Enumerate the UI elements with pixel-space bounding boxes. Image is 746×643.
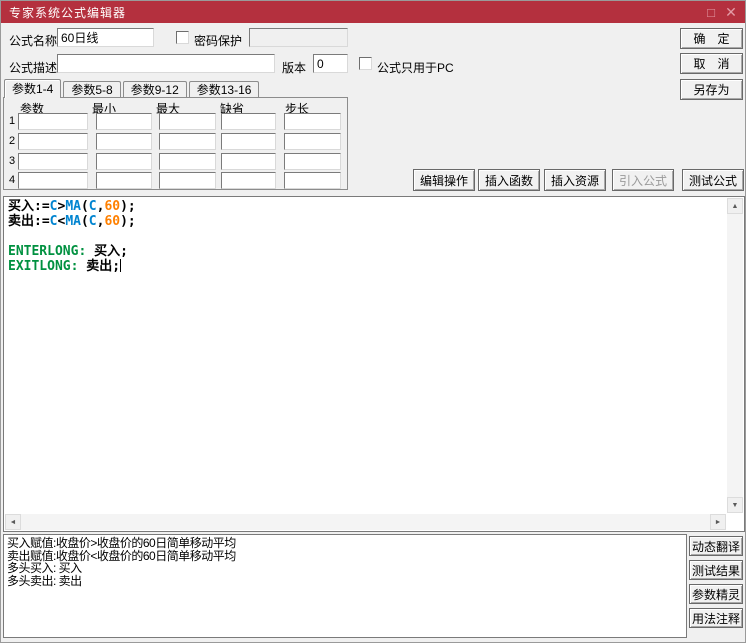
code-segment: C (89, 199, 97, 214)
param-cell-r1c2[interactable] (96, 113, 152, 130)
param-row-number: 1 (9, 115, 15, 127)
param-cell-r2c5[interactable] (284, 133, 341, 150)
version-label: 版本 (282, 59, 306, 76)
code-segment: 买入; (86, 244, 128, 259)
tab-param-3[interactable]: 参数9-12 (123, 81, 187, 98)
param-cell-r1c1[interactable] (18, 113, 88, 130)
code-segment: ( (81, 199, 89, 214)
formula-name-label: 公式名称 (9, 32, 57, 49)
version-input[interactable] (313, 54, 348, 73)
password-input (249, 28, 348, 47)
code-segment: C (89, 214, 97, 229)
ok-button[interactable]: 确 定 (680, 28, 743, 49)
usage-notes-button[interactable]: 用法注释 (689, 608, 743, 628)
param-cell-r1c5[interactable] (284, 113, 341, 130)
password-protect-checkbox[interactable] (176, 31, 189, 44)
code-segment: 卖出:= (8, 214, 50, 229)
code-text[interactable]: 买入:=C>MA(C,60);卖出:=C<MA(C,60);ENTERLONG:… (8, 199, 724, 274)
scroll-right-icon[interactable]: ► (710, 514, 726, 530)
action-button-4: 引入公式 (612, 169, 674, 191)
title-bar: 专家系统公式编辑器 □ ✕ (1, 1, 745, 23)
code-segment: 卖出; (78, 259, 120, 274)
formula-editor-window: 专家系统公式编辑器 □ ✕ 公式名称 密码保护 公式描述 版本 公式只用于PC … (0, 0, 746, 643)
code-segment: MA (65, 199, 81, 214)
param-cell-r2c1[interactable] (18, 133, 88, 150)
param-row-number: 4 (9, 174, 15, 186)
code-segment: ENTERLONG: (8, 244, 86, 259)
translation-line-3: 多头买入: 买入 (7, 562, 683, 575)
param-cell-r3c4[interactable] (221, 153, 276, 170)
param-row-number: 2 (9, 135, 15, 147)
code-segment: 买入:= (8, 199, 50, 214)
action-button-5[interactable]: 测试公式 (682, 169, 744, 191)
pc-only-label: 公式只用于PC (377, 59, 454, 76)
code-segment: ( (81, 214, 89, 229)
window-title: 专家系统公式编辑器 (1, 4, 701, 21)
scroll-up-icon[interactable]: ▲ (727, 198, 743, 214)
code-segment: EXITLONG: (8, 259, 78, 274)
param-tabs: 参数1-4参数5-8参数9-12参数13-16 (4, 79, 261, 98)
code-line-3[interactable] (8, 229, 724, 244)
save-as-button[interactable]: 另存为 (680, 79, 743, 100)
formula-name-input[interactable] (57, 28, 154, 47)
close-icon[interactable]: ✕ (721, 1, 741, 23)
horizontal-scrollbar[interactable]: ◄ ► (5, 514, 726, 530)
test-result-button[interactable]: 测试结果 (689, 560, 743, 580)
code-line-5[interactable]: EXITLONG: 卖出; (8, 259, 724, 274)
translation-panel: 买入赋值:收盘价>收盘价的60日简单移动平均卖出赋值:收盘价<收盘价的60日简单… (3, 534, 687, 638)
action-button-3[interactable]: 插入资源 (544, 169, 606, 191)
param-cell-r1c4[interactable] (221, 113, 276, 130)
param-cell-r3c3[interactable] (159, 153, 216, 170)
param-cell-r2c2[interactable] (96, 133, 152, 150)
dynamic-translate-button[interactable]: 动态翻译 (689, 536, 743, 556)
maximize-icon[interactable]: □ (701, 1, 721, 23)
translation-line-2: 卖出赋值:收盘价<收盘价的60日简单移动平均 (7, 550, 683, 563)
code-line-2[interactable]: 卖出:=C<MA(C,60); (8, 214, 724, 229)
param-cell-r4c4[interactable] (221, 172, 276, 189)
param-row-number: 3 (9, 155, 15, 167)
scroll-down-icon[interactable]: ▼ (727, 497, 743, 513)
param-cell-r4c1[interactable] (18, 172, 88, 189)
code-line-1[interactable]: 买入:=C>MA(C,60); (8, 199, 724, 214)
code-segment: MA (65, 214, 81, 229)
translation-line-1: 买入赋值:收盘价>收盘价的60日简单移动平均 (7, 537, 683, 550)
param-table: 参数最小最大缺省步长1234 (3, 97, 348, 190)
code-line-4[interactable]: ENTERLONG: 买入; (8, 244, 724, 259)
formula-desc-label: 公式描述 (9, 59, 57, 76)
translation-line-4: 多头卖出: 卖出 (7, 575, 683, 588)
action-button-2[interactable]: 插入函数 (478, 169, 540, 191)
code-editor[interactable]: 买入:=C>MA(C,60);卖出:=C<MA(C,60);ENTERLONG:… (3, 196, 745, 532)
param-cell-r2c3[interactable] (159, 133, 216, 150)
code-segment: ); (120, 199, 136, 214)
code-segment: 60 (104, 199, 120, 214)
param-cell-r4c3[interactable] (159, 172, 216, 189)
param-cell-r3c5[interactable] (284, 153, 341, 170)
cancel-button[interactable]: 取 消 (680, 53, 743, 74)
action-button-1[interactable]: 编辑操作 (413, 169, 475, 191)
param-cell-r4c2[interactable] (96, 172, 152, 189)
param-cell-r1c3[interactable] (159, 113, 216, 130)
vertical-scrollbar[interactable]: ▲ ▼ (727, 198, 743, 513)
param-cell-r3c2[interactable] (96, 153, 152, 170)
code-segment: 60 (104, 214, 120, 229)
scroll-left-icon[interactable]: ◄ (5, 514, 21, 530)
param-cell-r2c4[interactable] (221, 133, 276, 150)
tab-param-2[interactable]: 参数5-8 (63, 81, 120, 98)
param-wizard-button[interactable]: 参数精灵 (689, 584, 743, 604)
code-segment: ); (120, 214, 136, 229)
param-cell-r4c5[interactable] (284, 172, 341, 189)
pc-only-checkbox[interactable] (359, 57, 372, 70)
text-caret (120, 259, 121, 272)
tab-param-4[interactable]: 参数13-16 (189, 81, 260, 98)
formula-desc-input[interactable] (57, 54, 275, 73)
password-protect-label: 密码保护 (194, 32, 242, 49)
tab-param-1[interactable]: 参数1-4 (4, 79, 61, 98)
param-cell-r3c1[interactable] (18, 153, 88, 170)
